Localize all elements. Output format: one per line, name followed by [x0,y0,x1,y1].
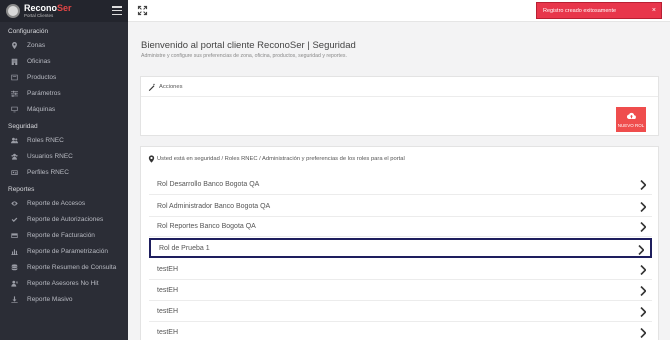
close-icon[interactable]: × [652,7,656,14]
logo-icon [6,4,20,18]
role-row[interactable]: testEH [149,323,652,340]
breadcrumb-text: Usted está en seguridad / Roles RNEC / A… [157,155,405,162]
sidebar-item-reporte-autorizaciones[interactable]: Reporte de Autorizaciones [0,211,128,227]
sidebar-item-reporte-parametrizacion[interactable]: Reporte de Parametrización [0,243,128,259]
roles-panel: Usted está en seguridad / Roles RNEC / A… [140,146,659,340]
chevron-right-icon[interactable] [640,307,646,317]
chevron-right-icon[interactable] [640,202,646,212]
sidebar-item-label: Perfiles RNEC [27,168,69,176]
sidebar-item-reporte-resumen[interactable]: Reporte Resumen de Consulta [0,259,128,275]
sidebar-item-label: Máquinas [27,105,56,113]
role-row-selected[interactable]: Rol de Prueba 1 [149,238,652,258]
role-row[interactable]: testEH [149,302,652,322]
sidebar-section-seguridad: Seguridad [8,123,38,130]
box-icon [10,74,18,81]
topbar: Registro creado exitosamente × [128,0,670,22]
chevron-right-icon[interactable] [640,265,646,275]
role-name: Rol de Prueba 1 [159,244,210,252]
sidebar-item-productos[interactable]: Productos [0,69,128,85]
sidebar-item-label: Zonas [27,41,46,49]
chevron-right-icon[interactable] [640,328,646,338]
role-row[interactable]: Rol Administrador Banco Bogota QA [149,197,652,217]
check-icon [10,216,18,223]
database-icon [10,263,18,271]
map-pin-icon [10,41,18,49]
role-name: testEH [157,308,179,315]
acciones-title: Acciones [159,83,183,90]
id-card-icon [10,169,18,176]
sidebar-item-reporte-masivo[interactable]: Reporte Masivo [0,291,128,307]
building-icon [10,58,18,65]
chevron-right-icon[interactable] [640,222,646,232]
sidebar-item-reporte-accesos[interactable]: Reporte de Accesos [0,195,128,211]
sidebar-item-label: Reporte Masivo [27,295,73,303]
hamburger-menu-icon[interactable] [112,6,122,15]
role-name: testEH [157,266,179,273]
nuevo-rol-label: NUEVO ROL [617,122,645,128]
user-x-icon [10,280,18,287]
sidebar-item-label: Reporte de Parametrización [27,247,108,255]
sliders-icon [10,90,18,97]
sidebar-section-configuracion: Configuración [8,28,49,35]
sidebar-item-parametros[interactable]: Parámetros [0,85,128,101]
page-subtitle: Administre y configure sus preferencias … [141,53,347,59]
role-row[interactable]: testEH [149,281,652,301]
chevron-right-icon[interactable] [640,180,646,190]
brand-logo: ReconoSer Portal Clientes [24,2,72,19]
sidebar-item-label: Roles RNEC [27,136,64,144]
user-group-icon [10,153,18,160]
breadcrumb: Usted está en seguridad / Roles RNEC / A… [141,147,658,170]
role-name: testEH [157,329,179,336]
acciones-header: Acciones [141,77,658,97]
sidebar-item-usuarios-rnec[interactable]: Usuarios RNEC [0,148,128,164]
sidebar-item-roles-rnec[interactable]: Roles RNEC [0,132,128,148]
success-toast: Registro creado exitosamente × [536,2,662,19]
sidebar-item-reporte-facturacion[interactable]: Reporte de Facturación [0,227,128,243]
credit-card-icon [10,232,18,239]
chevron-right-icon[interactable] [638,245,644,255]
role-row[interactable]: testEH [149,260,652,280]
monitor-icon [10,106,18,113]
chevron-right-icon[interactable] [640,286,646,296]
nuevo-rol-button[interactable]: NUEVO ROL [616,107,646,132]
toast-message: Registro creado exitosamente [543,7,617,14]
wand-icon [148,82,156,91]
sidebar-item-maquinas[interactable]: Máquinas [0,101,128,117]
role-row[interactable]: Rol Reportes Banco Bogota QA [149,217,652,237]
role-name: testEH [157,287,179,294]
sidebar-item-label: Reporte de Accesos [27,199,86,207]
role-name: Rol Administrador Banco Bogota QA [157,203,271,210]
main-content: Bienvenido al portal cliente ReconoSer |… [128,22,670,340]
sidebar-item-label: Oficinas [27,57,51,65]
sidebar-item-label: Reporte Asesores No Hit [27,279,99,287]
expand-icon[interactable] [137,5,148,16]
map-marker-icon [148,154,155,163]
sidebar-section-reportes: Reportes [8,186,35,193]
sidebar-item-label: Productos [27,73,57,81]
sidebar-item-label: Reporte de Autorizaciones [27,215,104,223]
sidebar-item-perfiles-rnec[interactable]: Perfiles RNEC [0,164,128,180]
role-row[interactable]: Rol Desarrollo Banco Bogota QA [149,175,652,195]
acciones-panel: Acciones NUEVO ROL [140,76,659,136]
sidebar: ReconoSer Portal Clientes Configuración … [0,0,128,340]
brand-subtitle: Portal Clientes [24,12,54,18]
cloud-upload-icon [626,112,636,119]
role-name: Rol Reportes Banco Bogota QA [157,223,256,230]
users-icon [10,137,18,144]
sidebar-item-label: Usuarios RNEC [27,152,73,160]
download-icon [10,295,18,303]
sidebar-item-label: Reporte Resumen de Consulta [27,263,117,271]
role-name: Rol Desarrollo Banco Bogota QA [157,181,260,188]
sidebar-item-zonas[interactable]: Zonas [0,37,128,53]
sidebar-item-label: Parámetros [27,89,61,97]
page-title: Bienvenido al portal cliente ReconoSer |… [141,40,356,51]
brand-name-accent: Ser [57,2,72,13]
sidebar-item-reporte-asesores[interactable]: Reporte Asesores No Hit [0,275,128,291]
eye-icon [10,200,18,207]
brand-header: ReconoSer Portal Clientes [0,0,128,22]
sidebar-item-label: Reporte de Facturación [27,231,95,239]
sidebar-item-oficinas[interactable]: Oficinas [0,53,128,69]
bar-chart-icon [10,248,18,255]
brand-name-main: Recono [24,2,58,13]
